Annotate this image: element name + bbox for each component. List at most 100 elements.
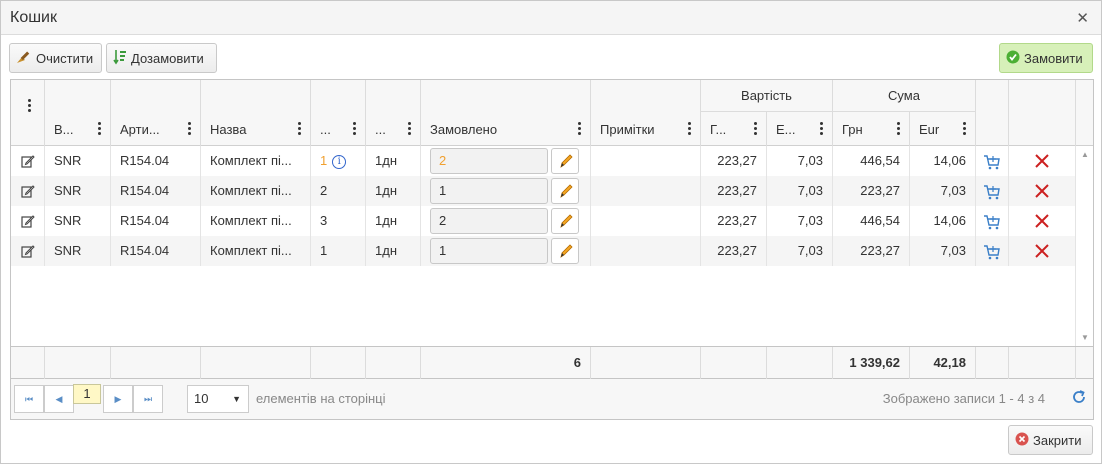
- kebab-icon[interactable]: [963, 122, 967, 137]
- header-cost-uah[interactable]: Г...: [701, 112, 767, 146]
- cell-notes: [591, 146, 701, 176]
- sort-icon: [113, 49, 127, 68]
- edit-icon[interactable]: [11, 146, 45, 176]
- title-bar: Кошик ✕: [1, 1, 1101, 35]
- pencil-icon[interactable]: [551, 148, 579, 174]
- quantity-input[interactable]: 1: [430, 238, 548, 264]
- delete-icon[interactable]: [1009, 236, 1076, 266]
- add-to-cart-icon[interactable]: [976, 176, 1009, 206]
- header-col-b[interactable]: ...: [366, 80, 421, 146]
- cell-sum-eur: 7,03: [910, 176, 976, 206]
- cell-col-a: 3: [311, 206, 366, 236]
- cell-vendor: SNR: [45, 236, 111, 266]
- quantity-input[interactable]: 2: [430, 148, 548, 174]
- refresh-icon[interactable]: [1071, 389, 1087, 408]
- kebab-icon[interactable]: [897, 122, 901, 137]
- cell-ordered: 1: [421, 176, 591, 206]
- close-icon[interactable]: ✕: [1076, 9, 1089, 27]
- header-cost-eur[interactable]: Е...: [767, 112, 833, 146]
- add-to-cart-icon[interactable]: [976, 206, 1009, 236]
- close-button[interactable]: Закрити: [1008, 425, 1093, 455]
- cell-cost-eur: 7,03: [767, 176, 833, 206]
- table-row: SNR R154.04 Комплект пі... 1i 1дн 2 223,…: [11, 146, 1076, 176]
- cell-name: Комплект пі...: [201, 206, 311, 236]
- cell-notes: [591, 176, 701, 206]
- kebab-icon[interactable]: [754, 122, 758, 137]
- current-page[interactable]: 1: [73, 384, 101, 404]
- cart-grid: В... Арти... Назва ... ... Замовлено При…: [10, 79, 1094, 420]
- kebab-icon[interactable]: [408, 122, 412, 137]
- scroll-down-icon[interactable]: ▼: [1081, 333, 1089, 342]
- total-sum-eur: 42,18: [910, 347, 976, 379]
- pencil-icon[interactable]: [551, 238, 579, 264]
- next-page-button[interactable]: ▶: [103, 385, 133, 413]
- cell-col-b: 1дн: [366, 236, 421, 266]
- kebab-icon[interactable]: [353, 122, 357, 137]
- kebab-icon[interactable]: [688, 122, 692, 137]
- check-circle-icon: [1006, 50, 1020, 67]
- cell-sum-uah: 446,54: [833, 146, 910, 176]
- add-to-cart-icon[interactable]: [976, 146, 1009, 176]
- pencil-icon[interactable]: [551, 208, 579, 234]
- cart-dialog: Кошик ✕ Очистити Дозамовити Замовити В..…: [0, 0, 1102, 464]
- last-page-button[interactable]: ⏭: [133, 385, 163, 413]
- prev-page-button[interactable]: ◀: [44, 385, 74, 413]
- chevron-down-icon: ▼: [232, 394, 241, 404]
- cell-sum-eur: 7,03: [910, 236, 976, 266]
- cell-ordered: 1: [421, 236, 591, 266]
- cell-ordered: 2: [421, 206, 591, 236]
- add-to-cart-icon[interactable]: [976, 236, 1009, 266]
- vertical-scrollbar[interactable]: ▲ ▼: [1075, 146, 1093, 346]
- edit-icon[interactable]: [11, 206, 45, 236]
- delete-icon[interactable]: [1009, 206, 1076, 236]
- quantity-input[interactable]: 2: [430, 208, 548, 234]
- grid-totals-row: 6 1 339,62 42,18: [11, 346, 1093, 379]
- page-size-select[interactable]: 10 ▼: [187, 385, 249, 413]
- header-delete: [1009, 80, 1076, 146]
- header-notes[interactable]: Примітки: [591, 80, 701, 146]
- delete-icon[interactable]: [1009, 146, 1076, 176]
- pencil-icon[interactable]: [551, 178, 579, 204]
- kebab-icon[interactable]: [820, 122, 824, 137]
- page-size-label: елементів на сторінці: [256, 391, 386, 406]
- quantity-input[interactable]: 1: [430, 178, 548, 204]
- clear-button[interactable]: Очистити: [9, 43, 102, 73]
- header-col-a[interactable]: ...: [311, 80, 366, 146]
- cell-sum-uah: 446,54: [833, 206, 910, 236]
- cell-article: R154.04: [111, 236, 201, 266]
- header-vendor[interactable]: В...: [45, 80, 111, 146]
- cell-name: Комплект пі...: [201, 146, 311, 176]
- grid-body: SNR R154.04 Комплект пі... 1i 1дн 2 223,…: [11, 146, 1093, 346]
- header-name[interactable]: Назва: [201, 80, 311, 146]
- kebab-icon[interactable]: [578, 122, 582, 137]
- cell-sum-uah: 223,27: [833, 236, 910, 266]
- cell-col-a: 1: [311, 236, 366, 266]
- cell-sum-eur: 14,06: [910, 206, 976, 236]
- header-group-sum: Сума: [833, 80, 976, 112]
- table-row: SNR R154.04 Комплект пі... 3 1дн 2 223,2…: [11, 206, 1076, 236]
- clear-button-label: Очистити: [36, 50, 94, 66]
- header-article[interactable]: Арти...: [111, 80, 201, 146]
- kebab-icon[interactable]: [98, 122, 102, 137]
- kebab-icon[interactable]: [28, 99, 32, 114]
- column-menu[interactable]: [11, 80, 45, 146]
- kebab-icon[interactable]: [298, 122, 302, 137]
- cell-col-b: 1дн: [366, 176, 421, 206]
- edit-icon[interactable]: [11, 176, 45, 206]
- header-ordered[interactable]: Замовлено: [421, 80, 591, 146]
- header-sum-eur[interactable]: Eur: [910, 112, 976, 146]
- scroll-up-icon[interactable]: ▲: [1081, 150, 1089, 159]
- grid-header: В... Арти... Назва ... ... Замовлено При…: [11, 80, 1093, 146]
- kebab-icon[interactable]: [188, 122, 192, 137]
- cancel-icon: [1015, 432, 1029, 449]
- cell-col-a: 1i: [311, 146, 366, 176]
- info-icon[interactable]: i: [332, 154, 347, 169]
- first-page-button[interactable]: ⏮: [14, 385, 44, 413]
- cell-notes: [591, 236, 701, 266]
- edit-icon[interactable]: [11, 236, 45, 266]
- header-cart: [976, 80, 1009, 146]
- header-sum-uah[interactable]: Грн: [833, 112, 910, 146]
- delete-icon[interactable]: [1009, 176, 1076, 206]
- reorder-button[interactable]: Дозамовити: [106, 43, 217, 73]
- order-button[interactable]: Замовити: [999, 43, 1093, 73]
